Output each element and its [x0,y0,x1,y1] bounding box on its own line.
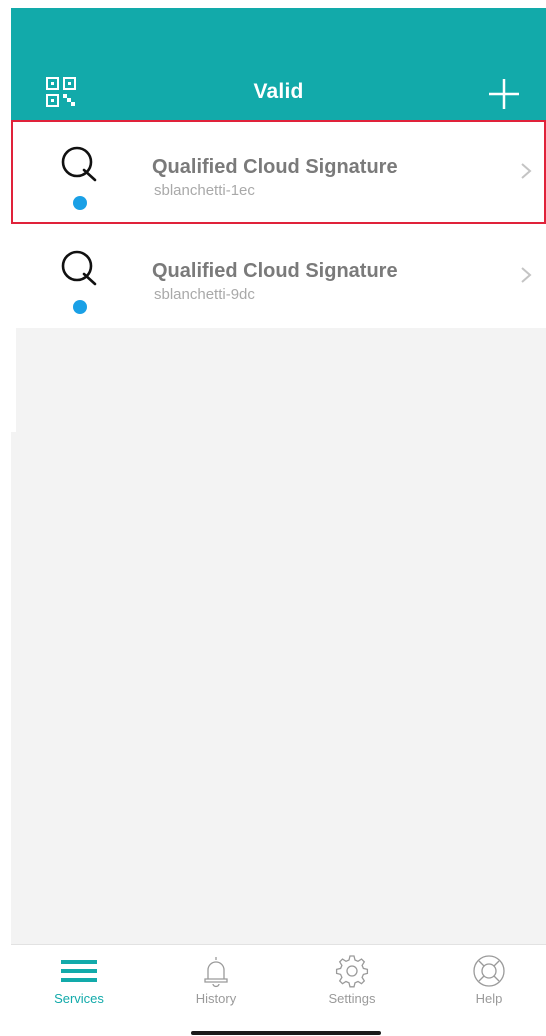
service-account: sblanchetti-9dc [154,286,255,303]
home-indicator[interactable] [191,1031,381,1035]
service-title: Qualified Cloud Signature [152,156,398,178]
lifebuoy-icon [471,953,507,989]
tab-help[interactable]: Help [429,945,546,1015]
gear-icon [334,953,370,989]
status-dot [73,196,87,210]
status-dot [73,300,87,314]
plus-icon[interactable] [486,76,522,112]
q-logo-icon [55,140,103,188]
bell-icon [198,953,234,989]
app-screen: Valid Qualified Cloud Signature sblanche… [0,0,546,1036]
bottom-tab-bar: Services History Settings Help [11,944,546,1015]
page-title: Valid [253,80,304,103]
services-list: Qualified Cloud Signature sblanchetti-1e… [11,120,546,328]
tab-label: Services [54,991,104,1006]
service-title: Qualified Cloud Signature [152,260,398,282]
divider [11,328,16,432]
tab-label: History [195,991,237,1006]
empty-content-area [11,328,546,944]
top-header: Valid [11,8,546,120]
menu-lines-icon [61,953,97,989]
q-logo-icon [55,244,103,292]
service-account: sblanchetti-1ec [154,182,255,199]
chevron-right-icon [520,162,532,180]
tab-history[interactable]: History [156,945,276,1015]
tab-services[interactable]: Services [19,945,139,1015]
tab-label: Help [475,991,503,1006]
chevron-right-icon [520,266,532,284]
service-row-1[interactable]: Qualified Cloud Signature sblanchetti-1e… [11,120,546,224]
tab-settings[interactable]: Settings [292,945,412,1015]
tab-label: Settings [328,991,376,1006]
service-row-2[interactable]: Qualified Cloud Signature sblanchetti-9d… [11,224,546,328]
